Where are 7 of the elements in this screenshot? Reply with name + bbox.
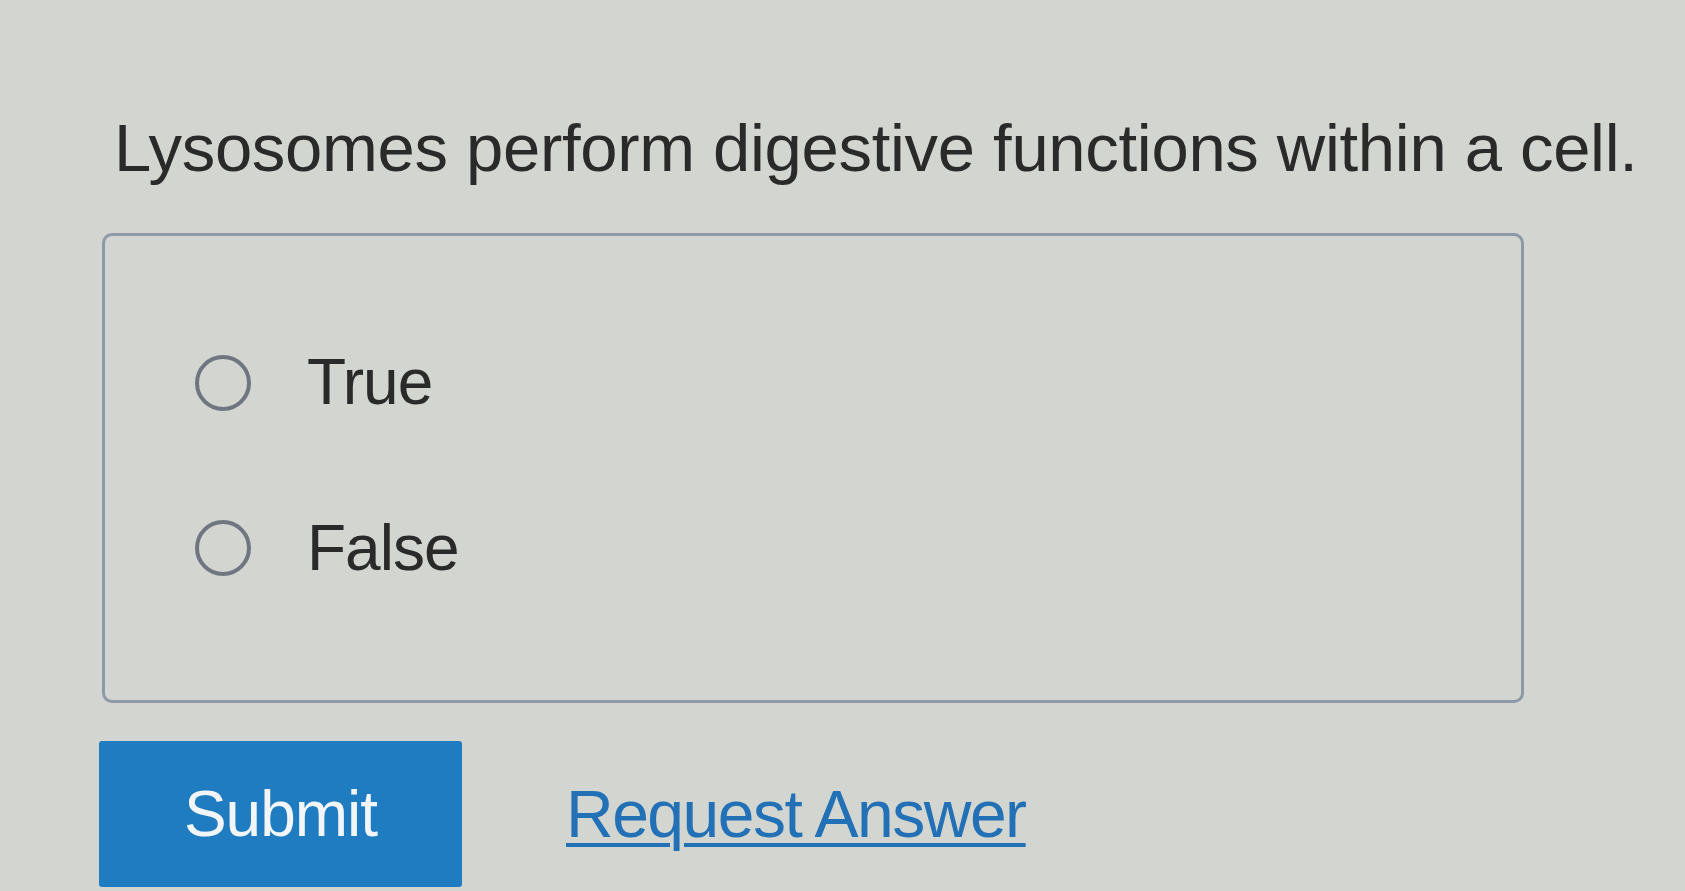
option-label[interactable]: False (307, 511, 459, 586)
request-answer-link[interactable]: Request Answer (566, 776, 1026, 853)
radio-button[interactable] (195, 520, 251, 577)
option-label[interactable]: True (307, 346, 433, 420)
submit-button[interactable]: Submit (99, 741, 462, 888)
question-text: Lysosomes perform digestive functions within a cell. (114, 109, 1638, 187)
radio-button[interactable] (195, 354, 251, 411)
